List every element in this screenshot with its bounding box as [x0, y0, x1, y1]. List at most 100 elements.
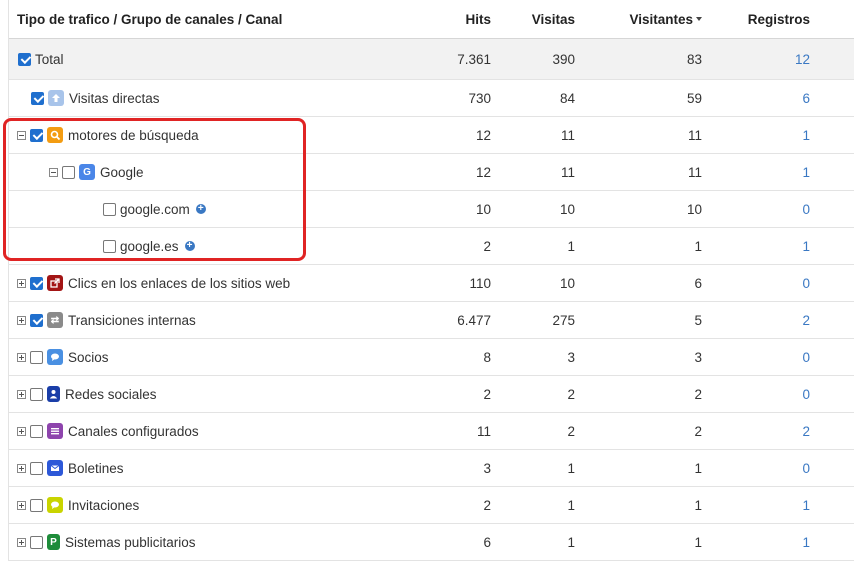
visitas-value: 275 [552, 312, 575, 328]
expand-icon[interactable] [17, 463, 26, 473]
visitas-value: 1 [567, 460, 575, 476]
registros-link[interactable]: 0 [802, 339, 810, 375]
column-header-name[interactable]: Tipo de trafico / Grupo de canales / Can… [17, 0, 282, 38]
table-header: Tipo de trafico / Grupo de canales / Can… [9, 0, 854, 39]
visitantes-value: 83 [686, 51, 702, 67]
table-row-total: Total 7.361 390 83 12 [9, 39, 854, 80]
visitantes-value: 6 [694, 275, 702, 291]
registros-link[interactable]: 0 [802, 376, 810, 412]
visitantes-value: 3 [694, 349, 702, 365]
checkbox-socios[interactable] [30, 350, 43, 364]
visitas-value: 1 [567, 238, 575, 254]
google-icon: G [79, 164, 95, 180]
hits-value: 6 [483, 534, 491, 550]
checkbox-total[interactable] [18, 52, 31, 66]
checkbox-redes-sociales[interactable] [30, 387, 43, 401]
person-icon [47, 386, 60, 402]
collapse-icon[interactable] [17, 130, 26, 140]
checkbox-canales-configurados[interactable] [30, 424, 43, 438]
row-label: Visitas directas [69, 90, 160, 106]
row-label: google.com [120, 201, 190, 217]
checkbox-boletines[interactable] [30, 461, 43, 475]
search-icon [47, 127, 63, 143]
table-row-sistemas-publicitarios: P Sistemas publicitarios 6 1 1 1 [9, 524, 854, 561]
expand-icon[interactable] [17, 315, 26, 325]
row-label: motores de búsqueda [68, 127, 199, 143]
table-row-clics-enlaces: Clics en los enlaces de los sitios web 1… [9, 265, 854, 302]
row-label: Socios [68, 349, 109, 365]
registros-link[interactable]: 1 [802, 117, 810, 153]
add-circle-icon[interactable]: + [195, 204, 206, 214]
checkbox-transiciones-internas[interactable] [30, 313, 43, 327]
hits-value: 2 [483, 386, 491, 402]
registros-link[interactable]: 1 [802, 487, 810, 523]
registros-link[interactable]: 1 [802, 524, 810, 560]
table-row-redes-sociales: Redes sociales 2 2 2 0 [9, 376, 854, 413]
expand-icon[interactable] [17, 500, 26, 510]
row-label: google.es [120, 238, 179, 254]
checkbox-visitas-directas[interactable] [31, 91, 44, 105]
hits-value: 11 [476, 423, 491, 439]
expand-icon[interactable] [17, 426, 26, 436]
table-row-motores-busqueda: motores de búsqueda 12 11 11 1 [9, 117, 854, 154]
registros-link[interactable]: 2 [802, 302, 810, 338]
mail-icon [47, 460, 63, 476]
registros-link[interactable]: 1 [802, 154, 810, 190]
row-label: Transiciones internas [68, 312, 196, 328]
checkbox-google-es[interactable] [103, 239, 116, 253]
visitas-value: 11 [560, 164, 575, 180]
row-label: Redes sociales [65, 386, 157, 402]
checkbox-google[interactable] [62, 165, 75, 179]
registros-link[interactable]: 0 [802, 265, 810, 301]
visitas-value: 84 [559, 90, 575, 106]
visitas-value: 390 [552, 51, 575, 67]
row-label: Total [35, 51, 64, 67]
row-label: Canales configurados [68, 423, 199, 439]
column-header-registros[interactable]: Registros [748, 0, 810, 38]
hits-value: 6.477 [457, 312, 491, 328]
row-label: Google [100, 164, 144, 180]
visitantes-value: 11 [687, 127, 702, 143]
hits-value: 3 [483, 460, 491, 476]
direct-visit-icon [48, 90, 64, 106]
speech-icon [47, 497, 63, 513]
visitas-value: 2 [567, 386, 575, 402]
checkbox-sistemas-publicitarios[interactable] [30, 535, 43, 549]
row-label: Boletines [68, 460, 124, 476]
hits-value: 730 [468, 90, 491, 106]
expand-icon[interactable] [17, 389, 26, 399]
hits-value: 2 [483, 238, 491, 254]
visitantes-value: 1 [694, 238, 702, 254]
column-header-visitas[interactable]: Visitas [532, 0, 575, 38]
registros-link[interactable]: 1 [802, 228, 810, 264]
expand-icon[interactable] [17, 537, 26, 547]
traffic-table: Tipo de trafico / Grupo de canales / Can… [8, 0, 854, 561]
registros-link[interactable]: 2 [802, 413, 810, 449]
ads-p-icon: P [47, 534, 60, 550]
visitas-value: 1 [567, 534, 575, 550]
registros-link[interactable]: 0 [802, 450, 810, 486]
table-row-boletines: Boletines 3 1 1 0 [9, 450, 854, 487]
registros-link[interactable]: 12 [795, 39, 810, 79]
column-header-visitantes[interactable]: Visitantes [629, 0, 702, 38]
registros-link[interactable]: 0 [802, 191, 810, 227]
visitas-value: 10 [559, 275, 575, 291]
column-header-hits[interactable]: Hits [465, 0, 491, 38]
checkbox-motores-busqueda[interactable] [30, 128, 43, 142]
hits-value: 110 [469, 275, 491, 291]
visitantes-value: 1 [694, 460, 702, 476]
add-circle-icon[interactable]: + [184, 241, 195, 251]
chat-bubble-icon [47, 349, 63, 365]
expand-icon[interactable] [17, 352, 26, 362]
checkbox-clics-enlaces[interactable] [30, 276, 43, 290]
list-icon [47, 423, 63, 439]
expand-icon[interactable] [17, 278, 26, 288]
checkbox-google-com[interactable] [103, 202, 116, 216]
checkbox-invitaciones[interactable] [30, 498, 43, 512]
collapse-icon[interactable] [49, 167, 58, 177]
registros-link[interactable]: 6 [802, 80, 810, 116]
hits-value: 7.361 [457, 51, 491, 67]
hits-value: 10 [475, 201, 491, 217]
hits-value: 12 [475, 164, 491, 180]
visitas-value: 11 [560, 127, 575, 143]
